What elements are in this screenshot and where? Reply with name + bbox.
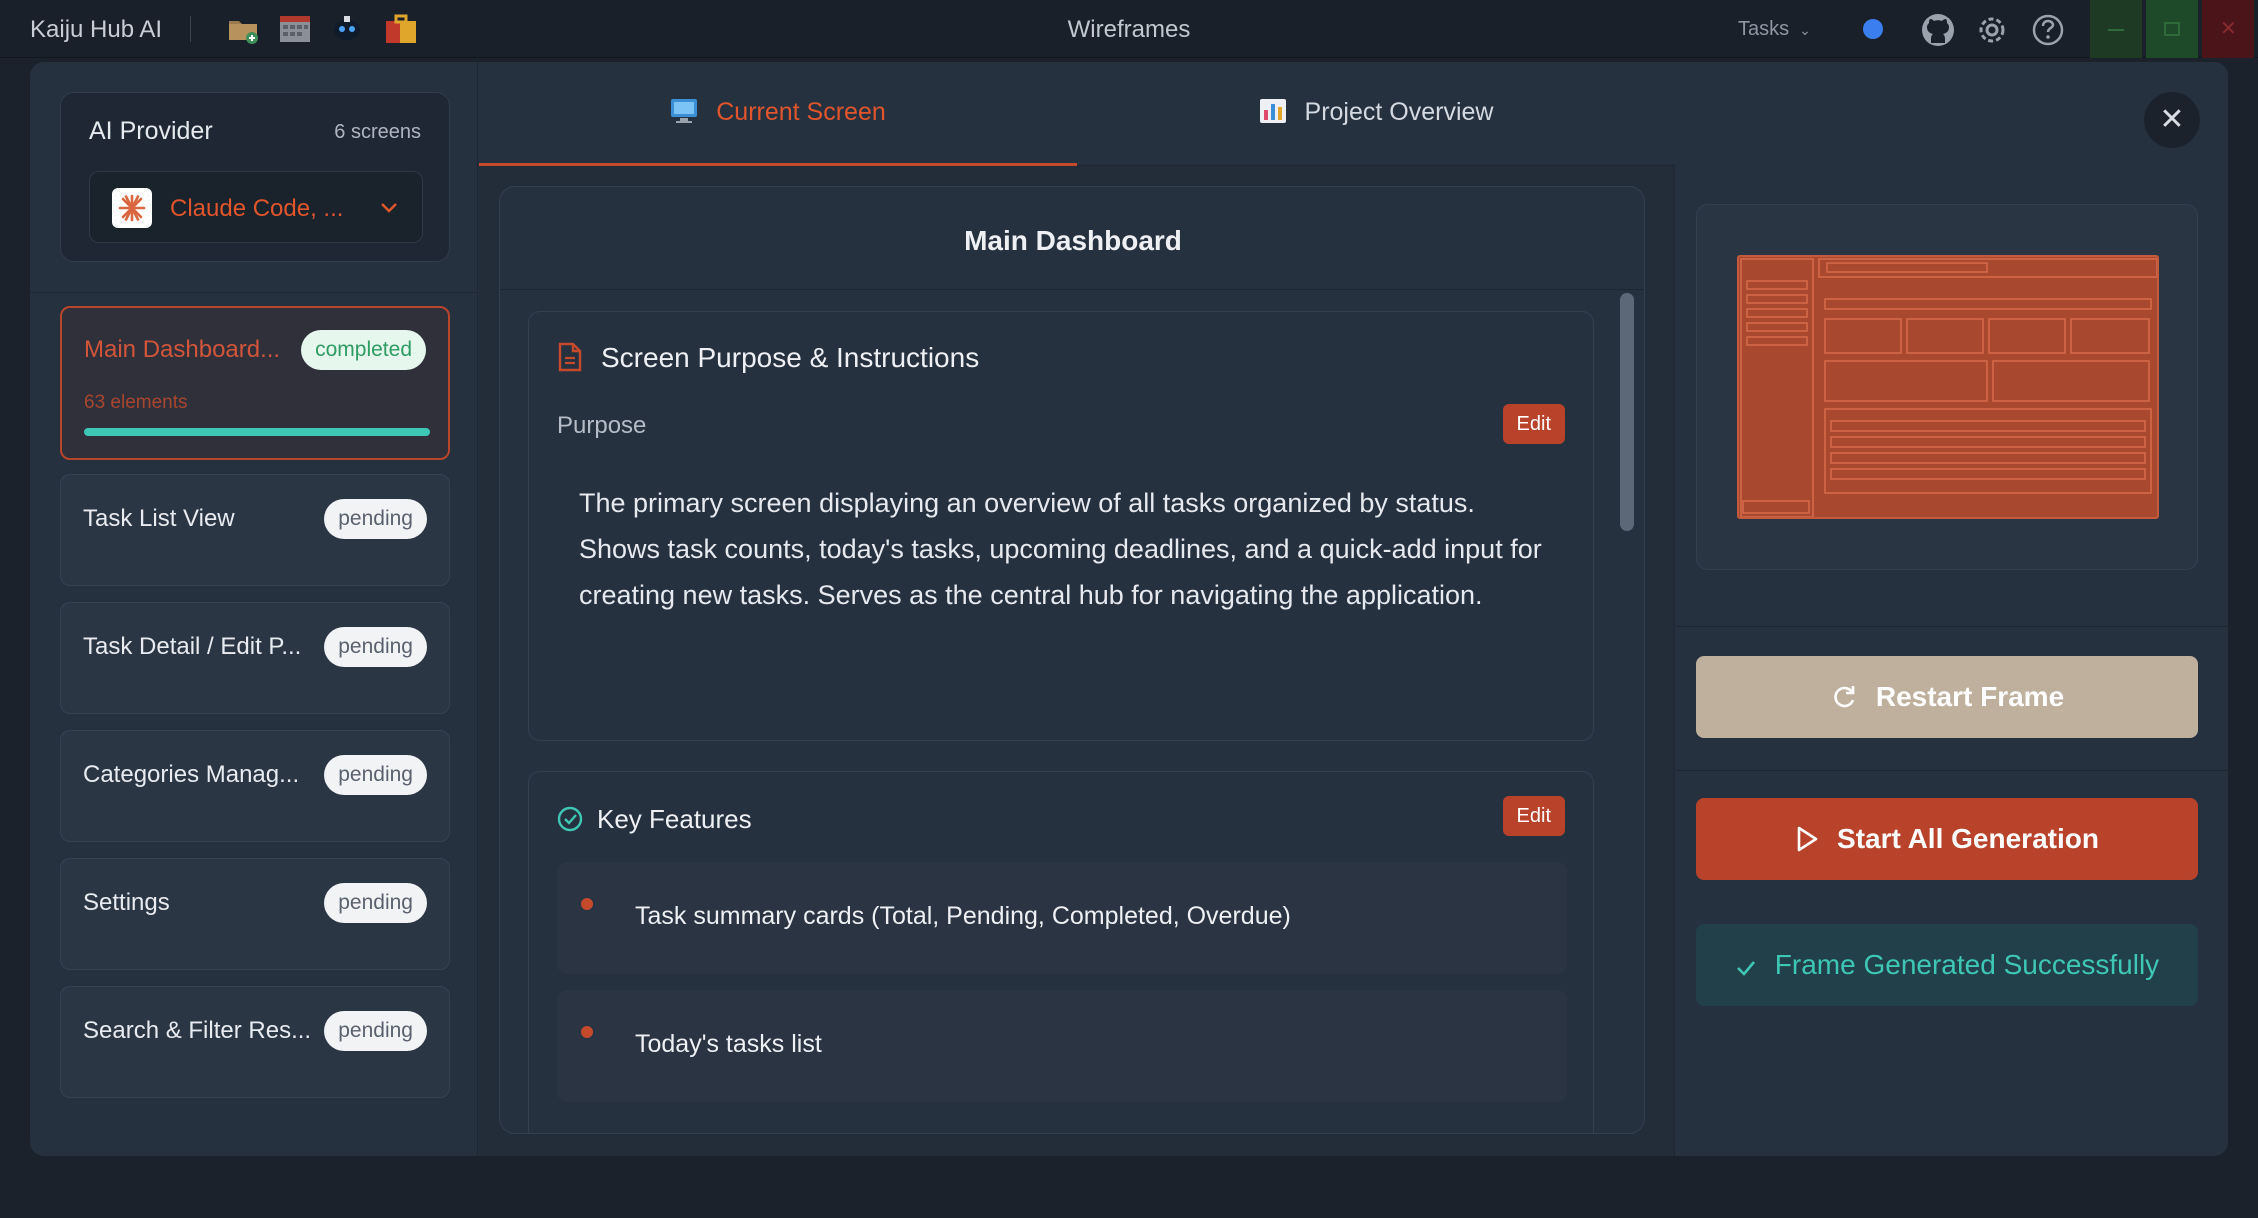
status-badge: pending bbox=[324, 627, 427, 667]
key-features-heading-text: Key Features bbox=[597, 804, 752, 834]
screen-detail-card: Main Dashboard Screen Purpose & Instruct… bbox=[499, 186, 1645, 1134]
start-all-generation-button[interactable]: Start All Generation bbox=[1696, 798, 2198, 880]
key-features-section: Key Features Edit Task summary cards (To… bbox=[528, 771, 1594, 1133]
tab-label: Current Screen bbox=[716, 98, 886, 126]
ai-provider-title: AI Provider bbox=[89, 117, 213, 145]
key-features-heading: Key Features bbox=[557, 804, 752, 835]
tab-label: Project Overview bbox=[1304, 98, 1494, 126]
tab-current-screen[interactable]: Current Screen bbox=[479, 62, 1077, 166]
title-bar: Kaiju Hub AI Wireframes Tasks ⌄ ✕ bbox=[0, 0, 2258, 58]
screen-name: Settings bbox=[83, 889, 170, 916]
screens-sidebar: AI Provider 6 screens Claude Code, ... M… bbox=[30, 62, 478, 1156]
close-icon[interactable]: ✕ bbox=[2144, 92, 2200, 148]
bar-chart-icon bbox=[1259, 98, 1287, 124]
check-circle-icon bbox=[557, 806, 583, 832]
tab-project-overview[interactable]: Project Overview bbox=[1077, 62, 1675, 166]
status-dot[interactable] bbox=[1863, 19, 1883, 39]
scrollbar-thumb[interactable] bbox=[1620, 293, 1634, 531]
chevron-down-icon: ⌄ bbox=[1799, 22, 1811, 38]
edit-features-button[interactable]: Edit bbox=[1502, 796, 1565, 836]
purpose-heading: Screen Purpose & Instructions bbox=[557, 342, 979, 374]
ai-provider-select[interactable]: Claude Code, ... bbox=[89, 171, 423, 243]
bullet-icon bbox=[581, 898, 593, 910]
screen-name: Main Dashboard... bbox=[84, 336, 281, 363]
feature-text: Today's tasks list bbox=[635, 1030, 822, 1058]
screen-item-task-list-view[interactable]: Task List View pending bbox=[60, 474, 450, 586]
feature-text: Task summary cards (Total, Pending, Comp… bbox=[635, 902, 1291, 930]
elements-count: 63 elements bbox=[84, 392, 188, 413]
maximize-button[interactable] bbox=[2146, 0, 2198, 58]
start-all-generation-label: Start All Generation bbox=[1837, 823, 2099, 854]
wireframes-panel: AI Provider 6 screens Claude Code, ... M… bbox=[30, 62, 2228, 1156]
actions-divider bbox=[1676, 626, 2228, 627]
restart-frame-button[interactable]: Restart Frame bbox=[1696, 656, 2198, 738]
help-icon[interactable] bbox=[2030, 12, 2066, 48]
refresh-icon bbox=[1834, 686, 1855, 708]
feature-item: Today's tasks list bbox=[557, 990, 1567, 1102]
feature-item: Task summary cards (Total, Pending, Comp… bbox=[557, 862, 1567, 974]
status-badge: completed bbox=[301, 330, 426, 370]
bullet-icon bbox=[581, 1026, 593, 1038]
screen-item-search-filter[interactable]: Search & Filter Res... pending bbox=[60, 986, 450, 1098]
screen-item-categories[interactable]: Categories Manag... pending bbox=[60, 730, 450, 842]
progress-fill bbox=[84, 428, 430, 436]
robot-icon[interactable] bbox=[330, 12, 364, 46]
app-name: Kaiju Hub AI bbox=[30, 16, 163, 43]
purpose-heading-text: Screen Purpose & Instructions bbox=[601, 342, 980, 373]
close-window-button[interactable]: ✕ bbox=[2202, 0, 2254, 58]
wireframe-thumbnail bbox=[1737, 255, 2159, 519]
ai-provider-box: AI Provider 6 screens Claude Code, ... bbox=[60, 92, 450, 262]
check-icon bbox=[1736, 961, 1755, 976]
ai-provider-value: Claude Code, ... bbox=[170, 195, 344, 222]
sidebar-divider bbox=[30, 292, 478, 293]
gear-icon[interactable] bbox=[1974, 12, 2010, 48]
screen-item-settings[interactable]: Settings pending bbox=[60, 858, 450, 970]
screen-item-task-detail[interactable]: Task Detail / Edit P... pending bbox=[60, 602, 450, 714]
claude-logo-icon bbox=[112, 188, 152, 228]
screen-name: Search & Filter Res... bbox=[83, 1017, 312, 1044]
tab-bar: Current Screen Project Overview bbox=[479, 62, 1675, 166]
edit-purpose-button[interactable]: Edit bbox=[1502, 404, 1565, 444]
chevron-down-icon bbox=[378, 196, 400, 218]
screen-name: Task Detail / Edit P... bbox=[83, 633, 302, 660]
monitor-icon bbox=[670, 98, 698, 124]
play-icon bbox=[1797, 826, 1818, 852]
title-divider bbox=[500, 289, 1644, 290]
title-bar-separator bbox=[190, 16, 191, 42]
document-icon bbox=[558, 342, 582, 372]
screen-item-main-dashboard[interactable]: Main Dashboard... completed 63 elements bbox=[60, 306, 450, 460]
folder-add-icon[interactable] bbox=[226, 12, 260, 46]
screen-count: 6 screens bbox=[334, 121, 421, 143]
status-badge: pending bbox=[324, 755, 427, 795]
status-badge: pending bbox=[324, 499, 427, 539]
calendar-grid-icon[interactable] bbox=[278, 12, 312, 46]
status-badge: pending bbox=[324, 883, 427, 923]
minimize-button[interactable] bbox=[2090, 0, 2142, 58]
restart-frame-label: Restart Frame bbox=[1875, 681, 2065, 712]
actions-divider bbox=[1676, 770, 2228, 771]
purpose-label: Purpose bbox=[557, 412, 647, 439]
screen-name: Task List View bbox=[83, 505, 235, 532]
frame-actions-panel: ✕ Restart Frame Start All Generation Fra… bbox=[1676, 62, 2228, 1156]
tasks-menu-label: Tasks bbox=[1738, 18, 1790, 40]
frame-success-message: Frame Generated Successfully bbox=[1696, 924, 2198, 1006]
screen-name: Categories Manag... bbox=[83, 761, 300, 788]
screen-detail-area: Current Screen Project Overview Main Das… bbox=[479, 62, 1675, 1156]
github-icon[interactable] bbox=[1920, 12, 1956, 48]
purpose-section: Screen Purpose & Instructions Purpose Ed… bbox=[528, 311, 1594, 741]
purpose-text: The primary screen displaying an overvie… bbox=[579, 488, 1542, 610]
progress-bar bbox=[84, 428, 430, 436]
frame-success-text: Frame Generated Successfully bbox=[1774, 949, 2160, 980]
status-badge: pending bbox=[324, 1011, 427, 1051]
frame-preview[interactable] bbox=[1696, 204, 2198, 570]
screen-title: Main Dashboard bbox=[964, 225, 1182, 256]
suitcase-icon[interactable] bbox=[384, 12, 418, 46]
tasks-menu[interactable]: Tasks ⌄ bbox=[1738, 18, 1811, 41]
